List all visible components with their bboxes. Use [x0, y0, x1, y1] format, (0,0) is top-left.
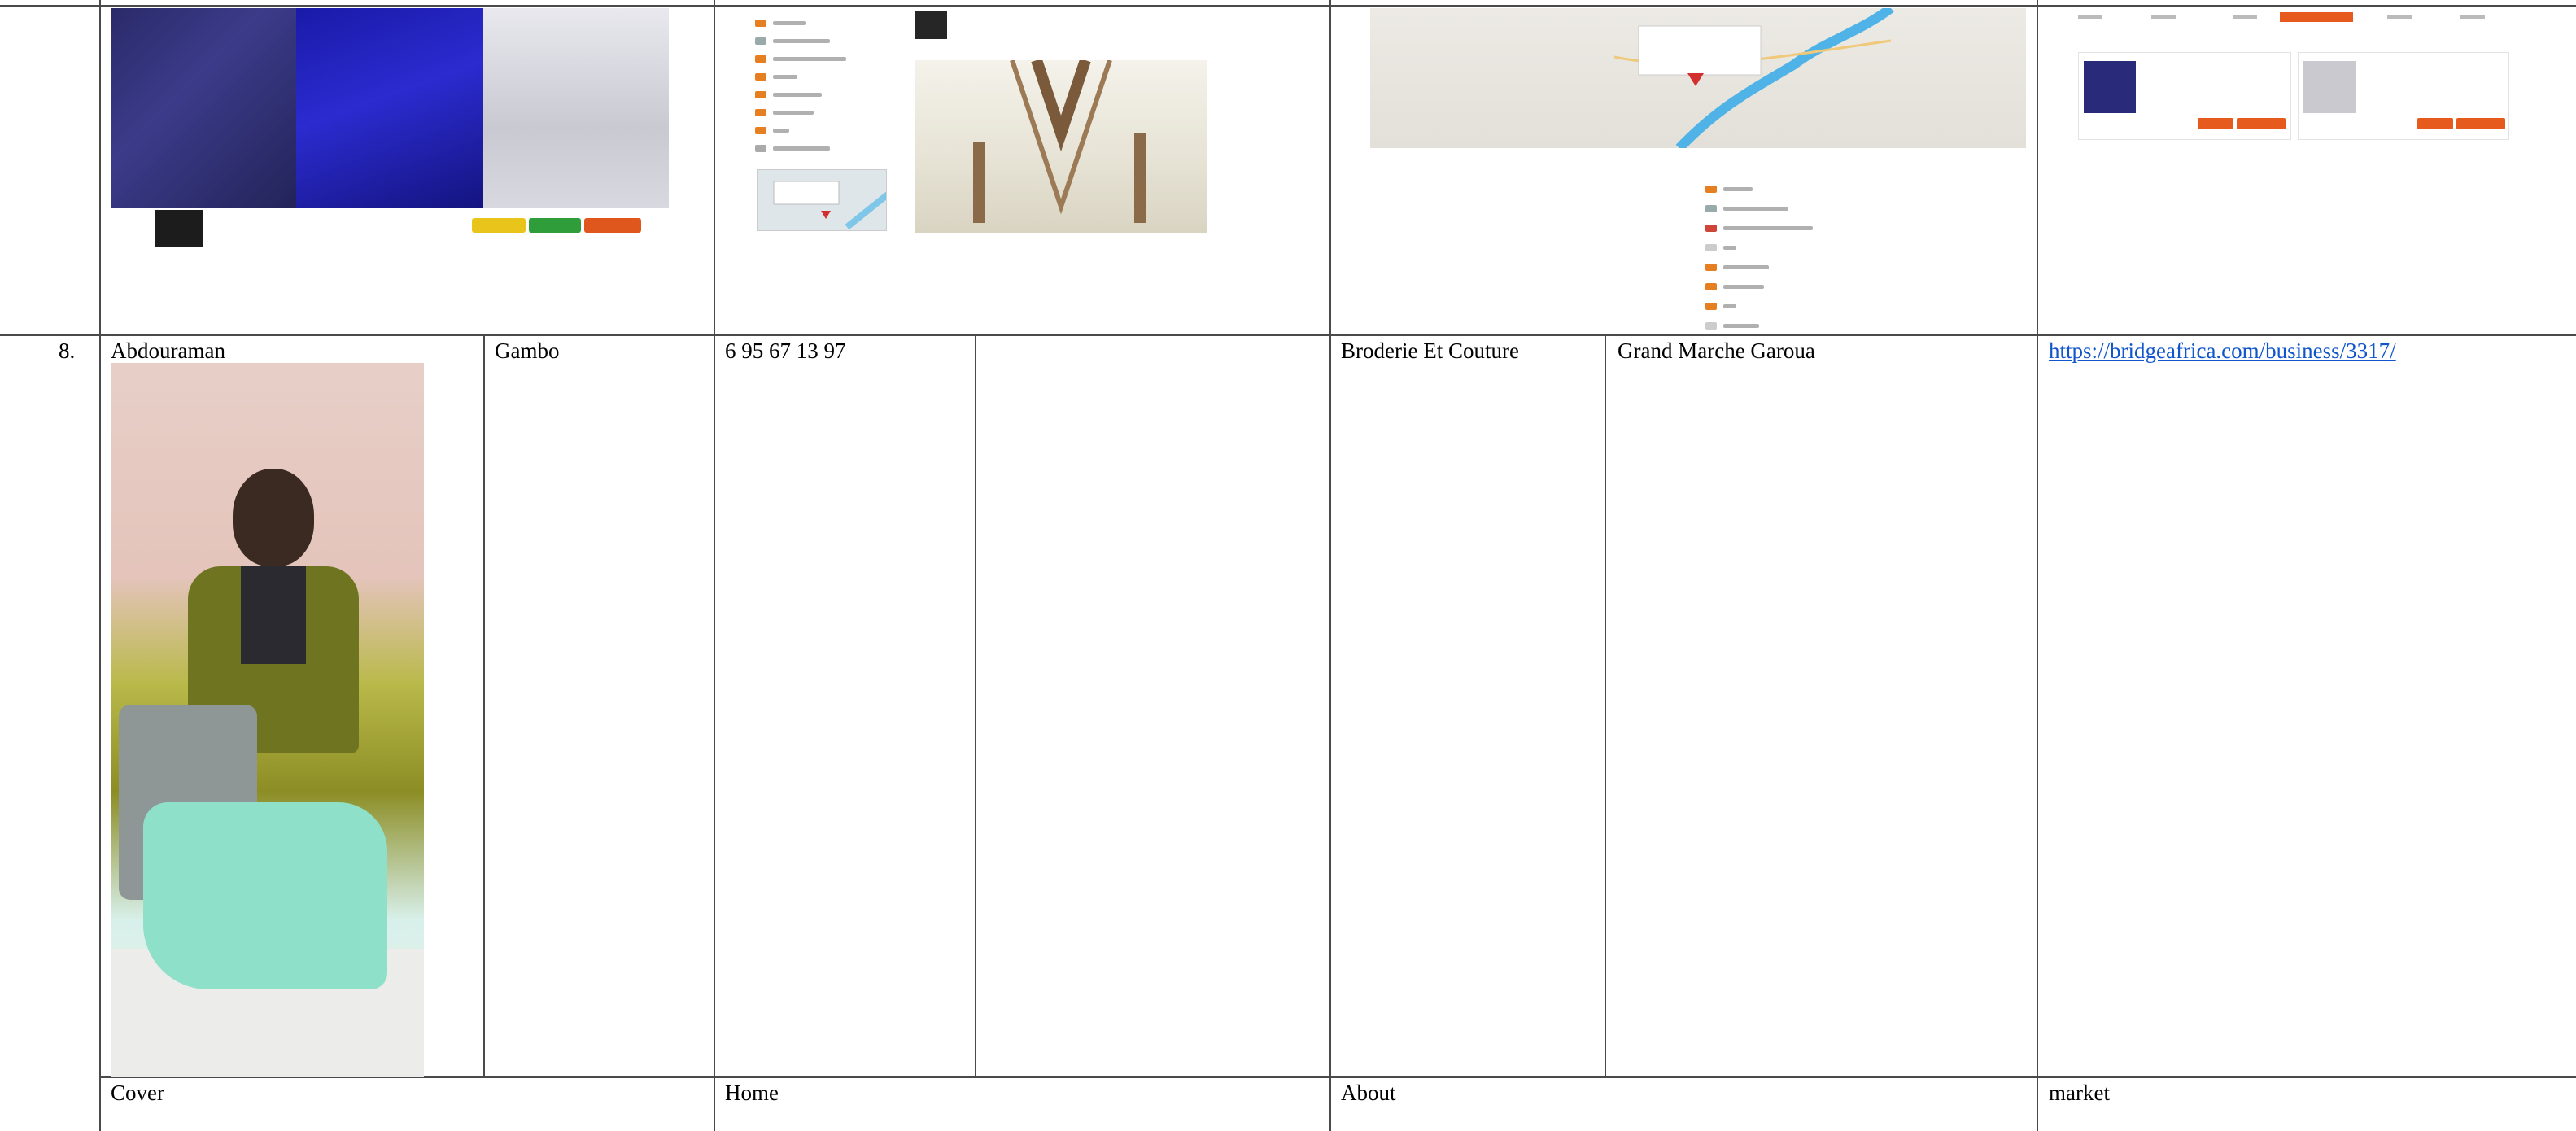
- market-nav-bar: [2078, 10, 2517, 24]
- cover-action-pill: [529, 218, 581, 233]
- table-rule: [2037, 0, 2038, 1131]
- last-name: Gambo: [495, 338, 560, 363]
- label-home: Home: [725, 1081, 779, 1105]
- first-name: Abdouraman: [111, 338, 225, 363]
- business-url-link[interactable]: https://bridgeafrica.com/business/3317/: [2049, 338, 2396, 363]
- table-rule: [99, 0, 101, 1131]
- about-info-list: [1705, 179, 1836, 334]
- cover-photo-blue-embroidery: [296, 8, 483, 208]
- label-about: About: [1341, 1081, 1396, 1105]
- table-rule: [483, 334, 485, 1076]
- home-info-list: [755, 8, 885, 163]
- table-rule: [1329, 0, 1331, 1131]
- cover-avatar: [155, 210, 203, 247]
- market-product-card: [2298, 52, 2509, 140]
- table-rule: [0, 5, 2576, 7]
- row-number: 8.: [59, 338, 76, 363]
- home-post-photo-robe: [915, 60, 1207, 233]
- cover-action-pill: [472, 218, 526, 233]
- phone-number: 6 95 67 13 97: [725, 338, 846, 363]
- cover-photo-white-robe: [483, 8, 669, 208]
- table-rule: [0, 334, 2576, 336]
- about-map: [1370, 8, 2026, 148]
- business-category: Broderie Et Couture: [1341, 338, 1519, 363]
- home-post-avatar: [915, 11, 947, 39]
- business-address: Grand Marche Garoua: [1618, 338, 1815, 363]
- table-rule: [99, 1076, 2576, 1078]
- label-market: market: [2049, 1081, 2110, 1105]
- document-table: 8. Abdouraman Gambo 6 95 67 13 97 Broder…: [0, 0, 2576, 1131]
- table-rule: [1605, 334, 1606, 1076]
- table-rule: [975, 334, 976, 1076]
- market-product-card: [2078, 52, 2291, 140]
- table-rule: [714, 0, 715, 1131]
- label-cover: Cover: [111, 1081, 164, 1105]
- owner-portrait-photo: [111, 363, 424, 1077]
- cover-photo-navy-shirt: [111, 8, 296, 208]
- cover-action-pill: [584, 218, 641, 233]
- home-minimap: [757, 169, 887, 231]
